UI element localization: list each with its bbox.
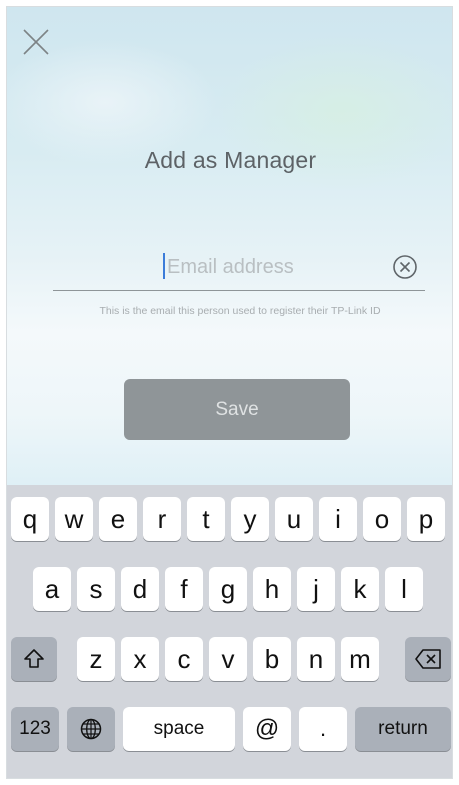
key-e[interactable]: e [99, 497, 137, 541]
key-a[interactable]: a [33, 567, 71, 611]
key-x[interactable]: x [121, 637, 159, 681]
key-w[interactable]: w [55, 497, 93, 541]
key-c[interactable]: c [165, 637, 203, 681]
key-z[interactable]: z [77, 637, 115, 681]
key-r[interactable]: r [143, 497, 181, 541]
backspace-icon [415, 649, 441, 669]
keyboard: q w e r t y u i o p a s d f g h j k l z … [7, 485, 452, 778]
key-o[interactable]: o [363, 497, 401, 541]
dot-key[interactable]: . [299, 707, 347, 751]
key-y[interactable]: y [231, 497, 269, 541]
key-j[interactable]: j [297, 567, 335, 611]
globe-icon [80, 718, 102, 740]
key-h[interactable]: h [253, 567, 291, 611]
key-g[interactable]: g [209, 567, 247, 611]
key-s[interactable]: s [77, 567, 115, 611]
email-input[interactable] [167, 247, 387, 287]
key-n[interactable]: n [297, 637, 335, 681]
globe-key[interactable] [67, 707, 115, 751]
email-hint: This is the email this person used to re… [99, 305, 381, 317]
return-key[interactable]: return [355, 707, 451, 751]
key-u[interactable]: u [275, 497, 313, 541]
key-q[interactable]: q [11, 497, 49, 541]
key-b[interactable]: b [253, 637, 291, 681]
page-title: Add as Manager [144, 147, 317, 173]
key-d[interactable]: d [121, 567, 159, 611]
key-v[interactable]: v [209, 637, 247, 681]
shift-key[interactable] [11, 637, 57, 681]
clear-button[interactable] [391, 253, 419, 281]
at-key[interactable]: @ [243, 707, 291, 751]
numbers-key[interactable]: 123 [11, 707, 59, 751]
app-screen: Add as Manager This is the email this pe… [6, 6, 453, 779]
key-i[interactable]: i [319, 497, 357, 541]
shift-icon [24, 649, 44, 668]
space-key[interactable]: space [123, 707, 235, 751]
close-icon [23, 29, 49, 55]
key-k[interactable]: k [341, 567, 379, 611]
key-p[interactable]: p [407, 497, 445, 541]
text-caret [163, 253, 165, 279]
key-f[interactable]: f [165, 567, 203, 611]
key-m[interactable]: m [341, 637, 379, 681]
key-l[interactable]: l [385, 567, 423, 611]
close-button[interactable] [21, 27, 51, 57]
email-field[interactable] [53, 243, 425, 291]
save-button[interactable]: Save [124, 379, 350, 440]
backspace-key[interactable] [405, 637, 451, 681]
clear-circle-icon [393, 255, 417, 279]
form-panel: Add as Manager This is the email this pe… [7, 7, 452, 485]
key-t[interactable]: t [187, 497, 225, 541]
